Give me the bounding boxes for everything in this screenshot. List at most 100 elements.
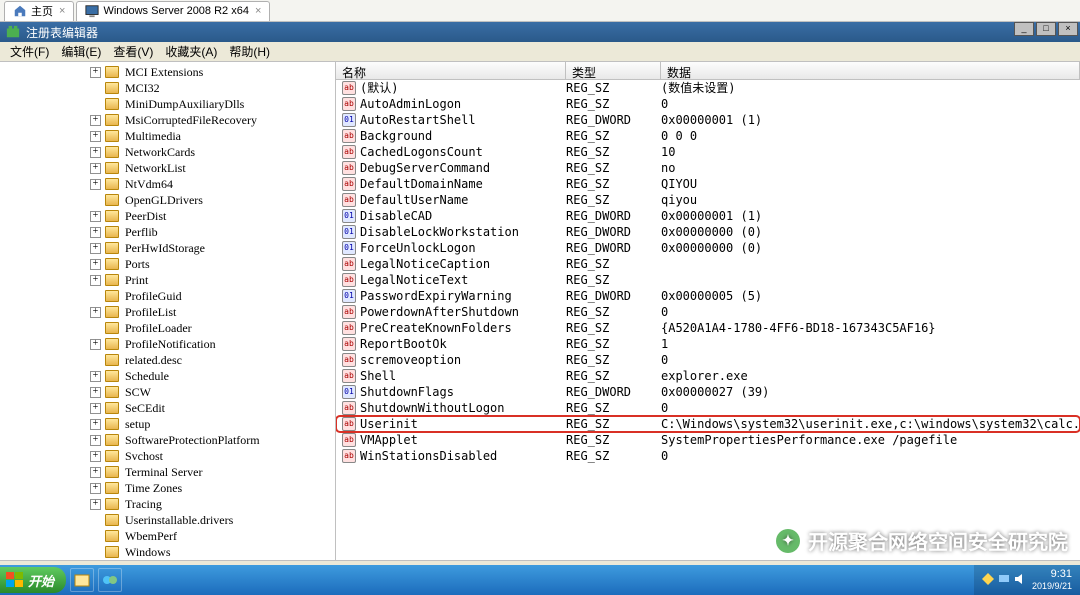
value-row[interactable]: 01ForceUnlockLogonREG_DWORD0x00000000 (0…	[336, 240, 1080, 256]
tree-label[interactable]: MCI Extensions	[123, 64, 205, 80]
tree-label[interactable]: Ports	[123, 256, 152, 272]
value-row[interactable]: abCachedLogonsCountREG_SZ10	[336, 144, 1080, 160]
expand-icon[interactable]: +	[90, 179, 101, 190]
tree-item[interactable]: +SoftwareProtectionPlatform	[0, 432, 335, 448]
expand-icon[interactable]: +	[90, 275, 101, 286]
tree-item[interactable]: +Terminal Server	[0, 464, 335, 480]
value-row[interactable]: abAutoAdminLogonREG_SZ0	[336, 96, 1080, 112]
expand-icon[interactable]: +	[90, 67, 101, 78]
tree-label[interactable]: Schedule	[123, 368, 171, 384]
expand-icon[interactable]: +	[90, 307, 101, 318]
tree-label[interactable]: WbemPerf	[123, 528, 179, 544]
tree-label[interactable]: MCI32	[123, 80, 162, 96]
tree-item[interactable]: + PeerDist	[0, 208, 335, 224]
tree-item[interactable]: +Svchost	[0, 448, 335, 464]
tree-item[interactable]: related.desc	[0, 352, 335, 368]
tree-label[interactable]: MiniDumpAuxiliaryDlls	[123, 96, 246, 112]
value-row[interactable]: 01ShutdownFlagsREG_DWORD0x00000027 (39)	[336, 384, 1080, 400]
value-row[interactable]: abscremoveoptionREG_SZ0	[336, 352, 1080, 368]
expand-icon[interactable]: +	[90, 451, 101, 462]
close-icon[interactable]: ×	[59, 5, 65, 17]
taskbar-app-button[interactable]	[98, 568, 122, 592]
tray-speaker-icon[interactable]	[1014, 573, 1026, 588]
expand-icon[interactable]: +	[90, 243, 101, 254]
tree-item[interactable]: Windows	[0, 544, 335, 560]
tree-label[interactable]: Perflib	[123, 224, 160, 240]
value-row[interactable]: abPreCreateKnownFoldersREG_SZ{A520A1A4-1…	[336, 320, 1080, 336]
expand-icon[interactable]: +	[90, 259, 101, 270]
col-type[interactable]: 类型	[566, 62, 661, 79]
expand-icon[interactable]: +	[90, 483, 101, 494]
tree-item[interactable]: + MCI Extensions	[0, 64, 335, 80]
tree-label[interactable]: Tracing	[123, 496, 164, 512]
value-row[interactable]: 01DisableCADREG_DWORD0x00000001 (1)	[336, 208, 1080, 224]
expand-icon[interactable]: +	[90, 211, 101, 222]
value-row[interactable]: abShellREG_SZexplorer.exe	[336, 368, 1080, 384]
value-row[interactable]: abPowerdownAfterShutdownREG_SZ0	[336, 304, 1080, 320]
tree-item[interactable]: MCI32	[0, 80, 335, 96]
tree-item[interactable]: + Print	[0, 272, 335, 288]
start-button[interactable]: 开始	[0, 567, 66, 593]
value-row[interactable]: abLegalNoticeCaptionREG_SZ	[336, 256, 1080, 272]
tree-label[interactable]: PeerDist	[123, 208, 168, 224]
tree-label[interactable]: PerHwIdStorage	[123, 240, 207, 256]
tree-item[interactable]: + Tracing	[0, 496, 335, 512]
tree-item[interactable]: ProfileGuid	[0, 288, 335, 304]
tree-label[interactable]: SCW	[123, 384, 153, 400]
expand-icon[interactable]: +	[90, 131, 101, 142]
value-row[interactable]: abDefaultDomainNameREG_SZQIYOU	[336, 176, 1080, 192]
expand-icon[interactable]: +	[90, 499, 101, 510]
tree-item[interactable]: MiniDumpAuxiliaryDlls	[0, 96, 335, 112]
col-name[interactable]: 名称	[336, 62, 566, 79]
maximize-button[interactable]: □	[1036, 22, 1056, 36]
menu-view[interactable]: 查看(V)	[107, 41, 159, 62]
tree-label[interactable]: ProfileList	[123, 304, 178, 320]
value-row[interactable]: abDefaultUserNameREG_SZqiyou	[336, 192, 1080, 208]
tree-label[interactable]: Userinstallable.drivers	[123, 512, 235, 528]
expand-icon[interactable]: +	[90, 403, 101, 414]
value-row[interactable]: abBackgroundREG_SZ0 0 0	[336, 128, 1080, 144]
tree-label[interactable]: ProfileGuid	[123, 288, 184, 304]
value-row[interactable]: abWinStationsDisabledREG_SZ0	[336, 448, 1080, 464]
taskbar-explorer-button[interactable]	[70, 568, 94, 592]
expand-icon[interactable]: +	[90, 371, 101, 382]
value-row[interactable]: abShutdownWithoutLogonREG_SZ0	[336, 400, 1080, 416]
expand-icon[interactable]: +	[90, 115, 101, 126]
registry-tree[interactable]: + MCI ExtensionsMCI32MiniDumpAuxiliaryDll…	[0, 62, 336, 560]
value-row[interactable]: 01PasswordExpiryWarningREG_DWORD0x000000…	[336, 288, 1080, 304]
expand-icon[interactable]: +	[90, 339, 101, 350]
tree-item[interactable]: +setup	[0, 416, 335, 432]
tree-item[interactable]: + PerHwIdStorage	[0, 240, 335, 256]
value-list[interactable]: 名称 类型 数据 ab(默认)REG_SZ(数值未设置)abAutoAdminL…	[336, 62, 1080, 560]
value-row[interactable]: abVMAppletREG_SZSystemPropertiesPerforma…	[336, 432, 1080, 448]
system-tray[interactable]: 9:31 2019/9/21	[974, 565, 1080, 595]
value-row[interactable]: abLegalNoticeTextREG_SZ	[336, 272, 1080, 288]
tree-item[interactable]: +SCW	[0, 384, 335, 400]
tree-label[interactable]: setup	[123, 416, 152, 432]
tree-item[interactable]: ProfileLoader	[0, 320, 335, 336]
value-row[interactable]: 01DisableLockWorkstationREG_DWORD0x00000…	[336, 224, 1080, 240]
tree-item[interactable]: + ProfileList	[0, 304, 335, 320]
tree-label[interactable]: related.desc	[123, 352, 184, 368]
tree-label[interactable]: NetworkCards	[123, 144, 197, 160]
expand-icon[interactable]: +	[90, 163, 101, 174]
menu-file[interactable]: 文件(F)	[4, 41, 55, 62]
value-row[interactable]: ab(默认)REG_SZ(数值未设置)	[336, 80, 1080, 96]
tree-item[interactable]: +Multimedia	[0, 128, 335, 144]
tray-network-icon[interactable]	[998, 573, 1010, 588]
expand-icon[interactable]: +	[90, 227, 101, 238]
tree-item[interactable]: + Perflib	[0, 224, 335, 240]
menu-help[interactable]: 帮助(H)	[223, 41, 276, 62]
tree-label[interactable]: ProfileNotification	[123, 336, 218, 352]
tree-label[interactable]: Windows	[123, 544, 173, 560]
tree-item[interactable]: + Schedule	[0, 368, 335, 384]
value-row[interactable]: abDebugServerCommandREG_SZno	[336, 160, 1080, 176]
value-row[interactable]: abReportBootOkREG_SZ1	[336, 336, 1080, 352]
tree-item[interactable]: + Time Zones	[0, 480, 335, 496]
tree-label[interactable]: Time Zones	[123, 480, 184, 496]
tree-label[interactable]: Print	[123, 272, 150, 288]
expand-icon[interactable]: +	[90, 467, 101, 478]
tree-item[interactable]: +NetworkList	[0, 160, 335, 176]
menu-edit[interactable]: 编辑(E)	[55, 41, 107, 62]
tree-item[interactable]: +MsiCorruptedFileRecovery	[0, 112, 335, 128]
